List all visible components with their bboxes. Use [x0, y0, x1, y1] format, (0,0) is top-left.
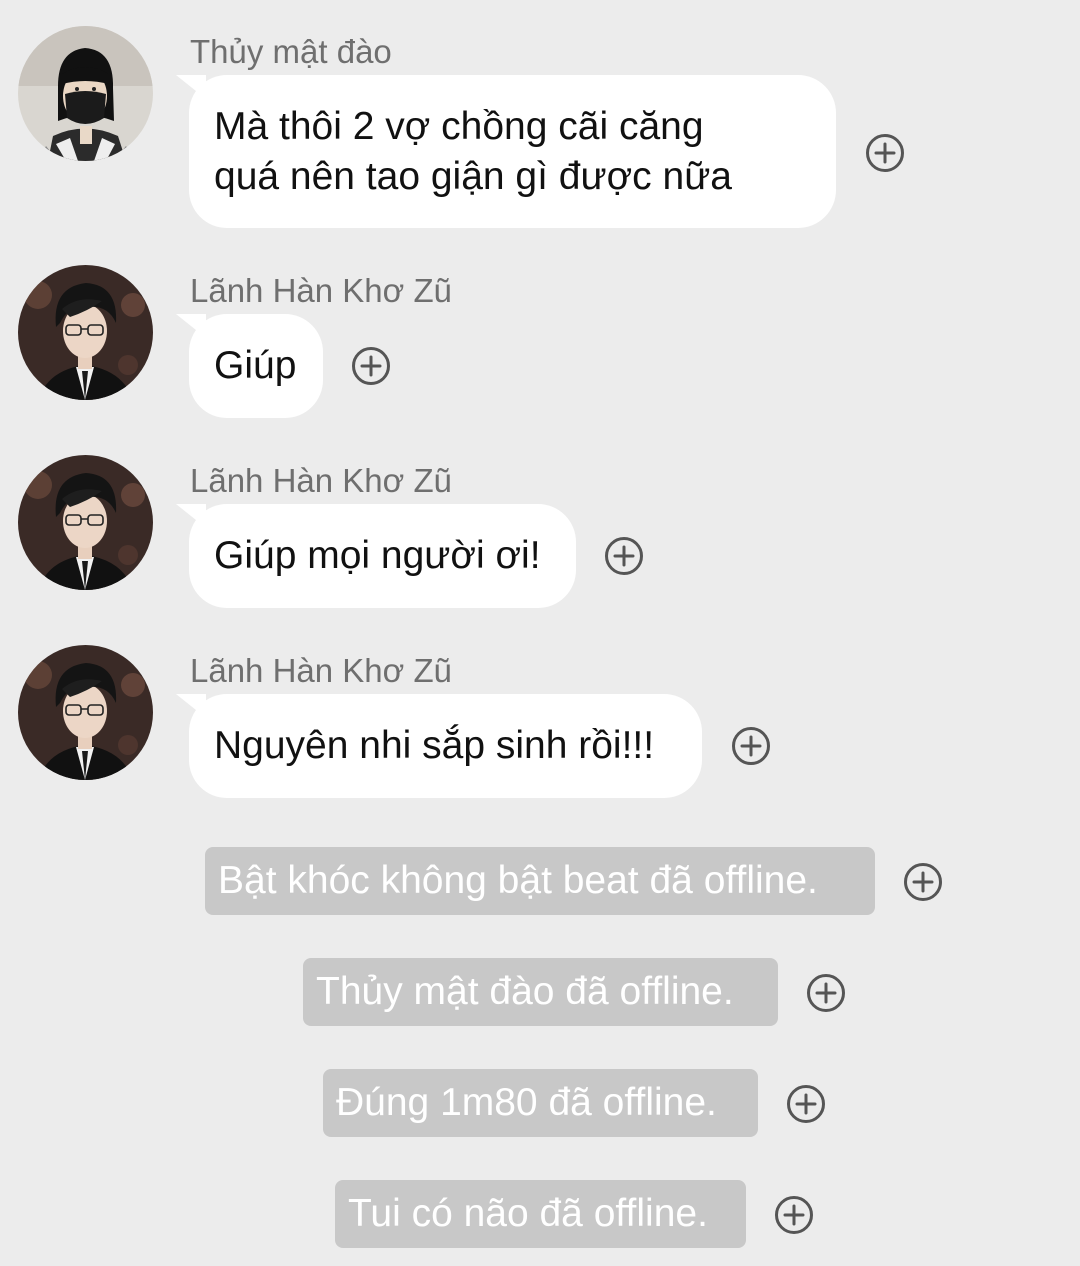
- message-bubble[interactable]: Nguyên nhi sắp sinh rồi!!!: [189, 694, 702, 798]
- add-reaction-icon[interactable]: [903, 862, 943, 902]
- message-bubble[interactable]: Giúp: [189, 314, 323, 418]
- avatar-man-glasses-image: [18, 455, 153, 590]
- add-reaction-icon[interactable]: [351, 346, 391, 386]
- chat-message: Lãnh Hàn Khơ Zũ Nguyên nhi sắp sinh rồi!…: [0, 645, 1080, 800]
- chat-message: Lãnh Hàn Khơ Zũ Giúp mọi người ơi!: [0, 455, 1080, 610]
- add-reaction-icon[interactable]: [865, 133, 905, 173]
- message-text-line: quá nên tao giận gì được nữa: [214, 155, 732, 198]
- message-text-line: Giúp: [214, 344, 297, 387]
- avatar[interactable]: [18, 265, 153, 400]
- message-text-line: Nguyên nhi sắp sinh rồi!!!: [214, 724, 655, 767]
- avatar-man-glasses-image: [18, 265, 153, 400]
- add-reaction-icon[interactable]: [604, 536, 644, 576]
- avatar[interactable]: [18, 455, 153, 590]
- add-reaction-icon[interactable]: [806, 973, 846, 1013]
- system-notice: Tui có não đã offline.: [335, 1180, 746, 1248]
- sender-name: Lãnh Hàn Khơ Zũ: [190, 272, 452, 309]
- avatar[interactable]: [18, 26, 153, 161]
- chat-message: Thủy mật đào Mà thôi 2 vợ chồng cãi căng…: [0, 26, 1080, 231]
- system-notice: Bật khóc không bật beat đã offline.: [205, 847, 875, 915]
- sender-name: Lãnh Hàn Khơ Zũ: [190, 462, 452, 499]
- message-bubble[interactable]: Mà thôi 2 vợ chồng cãi căng quá nên tao …: [189, 75, 836, 228]
- chat-message: Lãnh Hàn Khơ Zũ Giúp: [0, 265, 1080, 420]
- message-bubble[interactable]: Giúp mọi người ơi!: [189, 504, 576, 608]
- avatar-man-glasses-image: [18, 645, 153, 780]
- add-reaction-icon[interactable]: [774, 1195, 814, 1235]
- message-text-line: Giúp mọi người ơi!: [214, 534, 541, 577]
- avatar-woman-masked-image: [18, 26, 153, 161]
- message-text-line: Mà thôi 2 vợ chồng cãi căng: [214, 105, 704, 148]
- avatar[interactable]: [18, 645, 153, 780]
- add-reaction-icon[interactable]: [731, 726, 771, 766]
- add-reaction-icon[interactable]: [786, 1084, 826, 1124]
- sender-name: Lãnh Hàn Khơ Zũ: [190, 652, 452, 689]
- system-notice: Đúng 1m80 đã offline.: [323, 1069, 758, 1137]
- system-notice: Thủy mật đào đã offline.: [303, 958, 778, 1026]
- sender-name: Thủy mật đào: [190, 33, 392, 70]
